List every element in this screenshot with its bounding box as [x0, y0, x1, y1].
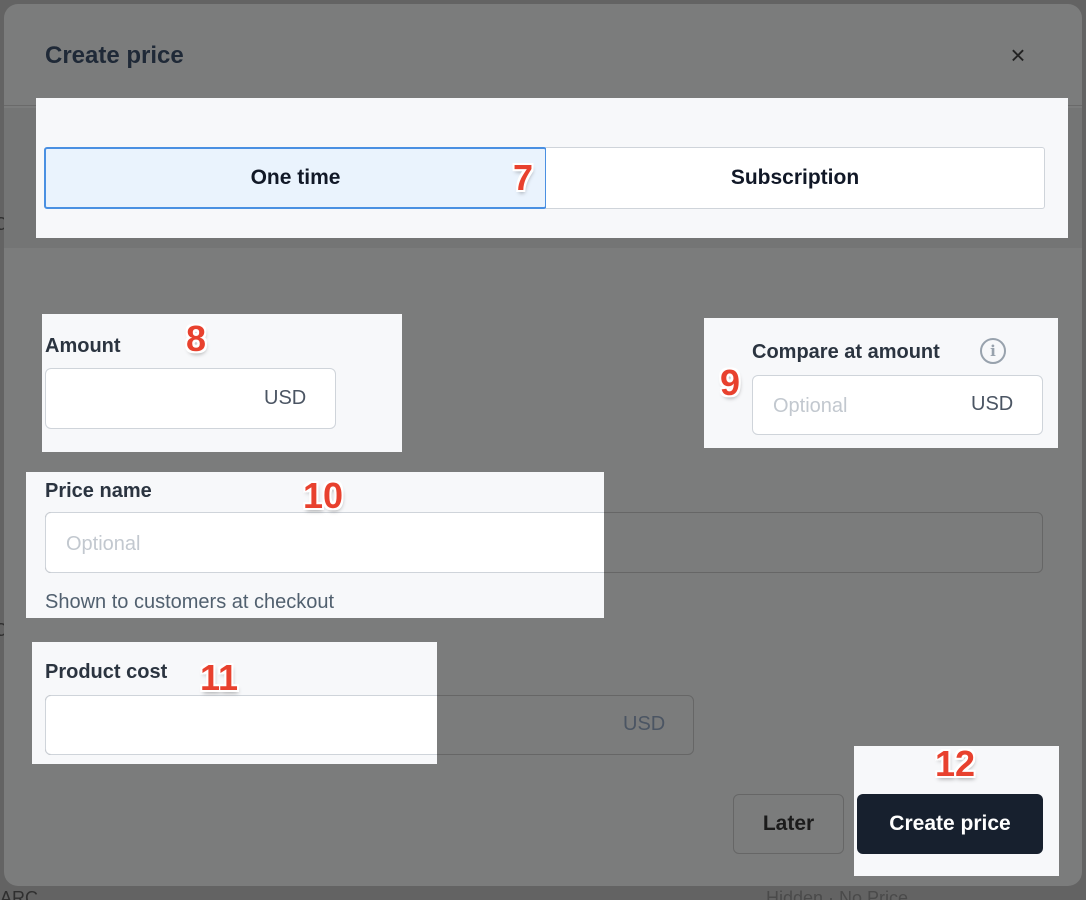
background-fragment: ARC: [0, 888, 39, 900]
price-name-input[interactable]: Optional: [45, 512, 604, 573]
amount-label: Amount: [45, 335, 121, 357]
tab-one-time[interactable]: One time: [44, 147, 547, 209]
annotation-10: 10: [303, 475, 344, 516]
later-button[interactable]: Later: [733, 794, 844, 854]
modal-title: Create price: [45, 42, 184, 69]
annotation-7: 7: [513, 157, 534, 198]
annotation-8: 8: [186, 318, 207, 359]
background-fragment: Hidden · No Price: [766, 888, 909, 900]
info-icon[interactable]: i: [980, 338, 1006, 364]
price-name-placeholder: Optional: [66, 533, 141, 555]
product-cost-label: Product cost: [45, 661, 168, 683]
tab-subscription[interactable]: Subscription: [546, 147, 1045, 209]
annotation-9: 9: [720, 362, 741, 403]
compare-at-placeholder: Optional: [773, 395, 848, 417]
amount-input[interactable]: USD: [45, 368, 336, 429]
price-name-hint: Shown to customers at checkout: [45, 591, 335, 613]
compare-at-currency: USD: [971, 393, 1014, 415]
price-name-label: Price name: [45, 480, 152, 502]
tab-subscription-label: Subscription: [730, 166, 860, 189]
close-icon[interactable]: ×: [1003, 40, 1033, 70]
annotation-12: 12: [935, 743, 976, 784]
tab-one-time-label: One time: [250, 166, 341, 189]
product-cost-currency: USD: [623, 713, 666, 735]
create-price-button[interactable]: Create price: [857, 794, 1043, 854]
compare-at-label: Compare at amount: [752, 341, 940, 363]
amount-currency: USD: [264, 387, 307, 409]
annotation-11: 11: [200, 657, 239, 698]
compare-at-input[interactable]: Optional USD: [752, 375, 1043, 435]
product-cost-input-visible[interactable]: [45, 695, 437, 755]
